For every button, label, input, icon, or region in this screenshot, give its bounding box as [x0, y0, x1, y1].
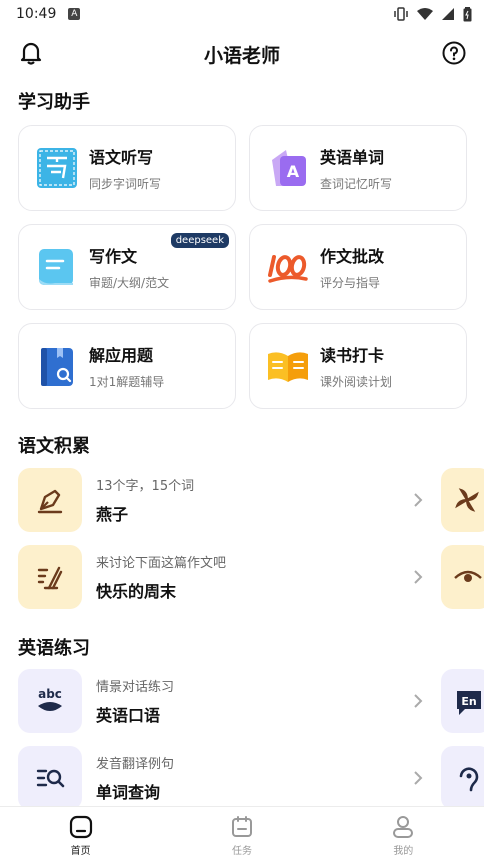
- page-title: 小语老师: [203, 44, 280, 67]
- card-sub: 查词记忆听写: [320, 177, 393, 191]
- open-book-icon: [268, 352, 308, 382]
- write-lines-icon: [37, 566, 63, 590]
- item-sub: 情景对话练习: [96, 680, 175, 695]
- item-sub: 13个字，15个词: [96, 479, 195, 494]
- app-header: 小语老师: [0, 32, 484, 76]
- abc-text: abc: [38, 687, 62, 701]
- section-title-chinese: 语文积累: [18, 436, 90, 457]
- list-item-english-lookup[interactable]: 发音翻译例句 单词查询: [18, 746, 428, 810]
- item-sub: 来讨论下面这篇作文吧: [96, 556, 227, 571]
- tab-label-tasks: 任务: [231, 846, 252, 857]
- home-icon: [69, 815, 92, 839]
- chevron-right-icon: [414, 493, 423, 507]
- section-title-english: 英语练习: [18, 638, 90, 659]
- card-sub: 评分与指导: [320, 276, 381, 290]
- chevron-right-icon: [414, 570, 423, 584]
- abc-speaking-icon: abc: [38, 687, 62, 711]
- help-icon[interactable]: [442, 41, 466, 65]
- en-text: En: [461, 695, 476, 708]
- list-item-chinese-swallow[interactable]: 13个字，15个词 燕子: [18, 468, 428, 532]
- ear-icon: [459, 767, 479, 792]
- eye-icon: [454, 570, 482, 582]
- dictation-icon: [37, 148, 77, 188]
- card-essay-review[interactable]: 作文批改 评分与指导: [249, 224, 467, 310]
- peek-card-english-2[interactable]: [441, 746, 484, 810]
- list-item-english-speaking[interactable]: abc 情景对话练习 英语口语: [18, 669, 428, 733]
- pinwheel-icon: [455, 488, 479, 512]
- chevron-right-icon: [414, 771, 423, 785]
- card-word-problems[interactable]: 解应用题 1对1解题辅导: [18, 323, 236, 409]
- peek-card-english-1[interactable]: En: [441, 669, 484, 733]
- peek-card-chinese-1[interactable]: [441, 468, 484, 532]
- user-icon: [393, 816, 414, 838]
- book-search-icon: [41, 348, 73, 386]
- wifi-icon: [417, 8, 433, 20]
- search-list-icon: [36, 769, 65, 788]
- thumb: [18, 545, 82, 609]
- pen-nib-icon: [37, 489, 63, 514]
- battery-icon: [463, 6, 472, 21]
- thumb: [18, 468, 82, 532]
- tab-label-home: 首页: [70, 846, 91, 857]
- card-write-essay[interactable]: deepseek 写作文 审题/大纲/范文: [18, 224, 236, 310]
- card-name: 读书打卡: [320, 346, 385, 365]
- tab-label-profile: 我的: [393, 846, 414, 857]
- bell-icon[interactable]: [18, 40, 44, 66]
- tab-tasks[interactable]: 任务: [161, 807, 322, 862]
- item-name: 快乐的周末: [96, 582, 177, 601]
- chevron-right-icon: [414, 694, 423, 708]
- card-sub: 1对1解题辅导: [89, 375, 165, 389]
- thumb: [18, 746, 82, 810]
- card-name: 作文批改: [320, 247, 385, 266]
- thumb: abc: [18, 669, 82, 733]
- status-time: 10:49: [16, 6, 57, 22]
- section-title-assistant: 学习助手: [18, 92, 90, 113]
- peek-card-chinese-2[interactable]: [441, 545, 484, 609]
- card-sub: 审题/大纲/范文: [89, 276, 170, 290]
- status-bar: 10:49 A: [0, 0, 484, 28]
- list-item-chinese-weekend[interactable]: 来讨论下面这篇作文吧 快乐的周末: [18, 545, 428, 609]
- vibrate-icon: [394, 7, 408, 21]
- card-chinese-dictation[interactable]: 语文听写 同步字词听写: [18, 125, 236, 211]
- hundred-points-icon: [268, 255, 308, 283]
- notification-a-icon: A: [68, 8, 81, 20]
- item-name: 单词查询: [96, 783, 161, 802]
- card-sub: 同步字词听写: [89, 177, 162, 191]
- card-name: 解应用题: [89, 346, 154, 365]
- svg-text:A: A: [287, 162, 300, 181]
- english-words-icon: A: [272, 150, 306, 186]
- deepseek-badge: deepseek: [170, 233, 229, 248]
- card-name: 语文听写: [89, 148, 154, 167]
- card-name: 英语单词: [320, 148, 385, 167]
- bottom-tab-bar: 首页 任务 我的: [0, 806, 484, 862]
- item-name: 英语口语: [96, 706, 161, 725]
- tab-profile[interactable]: 我的: [323, 807, 484, 862]
- item-sub: 发音翻译例句: [96, 757, 175, 772]
- en-chat-icon: En: [457, 691, 481, 715]
- signal-icon: [442, 8, 454, 20]
- essay-icon: [39, 249, 73, 285]
- card-sub: 课外阅读计划: [320, 375, 393, 389]
- card-reading-checkin[interactable]: 读书打卡 课外阅读计划: [249, 323, 467, 409]
- status-icons: [393, 6, 472, 22]
- calendar-icon: [231, 816, 252, 837]
- tab-home[interactable]: 首页: [0, 807, 161, 862]
- card-name: 写作文: [89, 247, 138, 266]
- item-name: 燕子: [96, 505, 129, 524]
- card-english-words[interactable]: A 英语单词 查词记忆听写: [249, 125, 467, 211]
